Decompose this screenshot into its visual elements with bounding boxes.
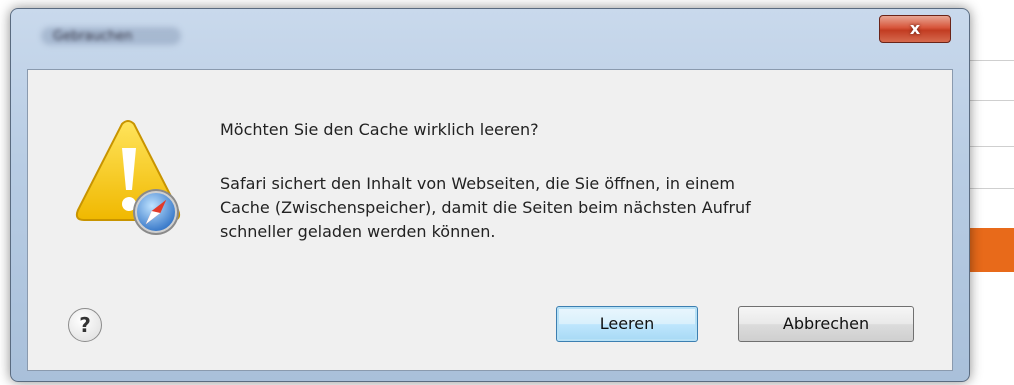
background-divider bbox=[964, 146, 1014, 147]
message-line: Safari sichert den Inhalt von Webseiten,… bbox=[220, 174, 735, 193]
message-line: schneller geladen werden können. bbox=[220, 222, 496, 241]
help-icon[interactable]: ? bbox=[68, 308, 102, 342]
background-divider bbox=[964, 100, 1014, 101]
background-divider bbox=[964, 188, 1014, 189]
message-line: Cache (Zwischenspeicher), damit die Seit… bbox=[220, 198, 751, 217]
abbrechen-button[interactable]: Abbrechen bbox=[738, 306, 914, 342]
window-title: Gebrauchen bbox=[53, 29, 133, 44]
leeren-button[interactable]: Leeren bbox=[556, 306, 698, 342]
safari-compass-icon bbox=[133, 189, 179, 235]
title-bar[interactable]: Gebrauchen x bbox=[11, 9, 969, 69]
background-divider bbox=[964, 60, 1014, 61]
dialog-message: Safari sichert den Inhalt von Webseiten,… bbox=[220, 172, 870, 244]
close-button[interactable]: x bbox=[879, 15, 951, 43]
dialog-heading: Möchten Sie den Cache wirklich leeren? bbox=[220, 120, 539, 139]
warning-icon bbox=[75, 120, 181, 235]
